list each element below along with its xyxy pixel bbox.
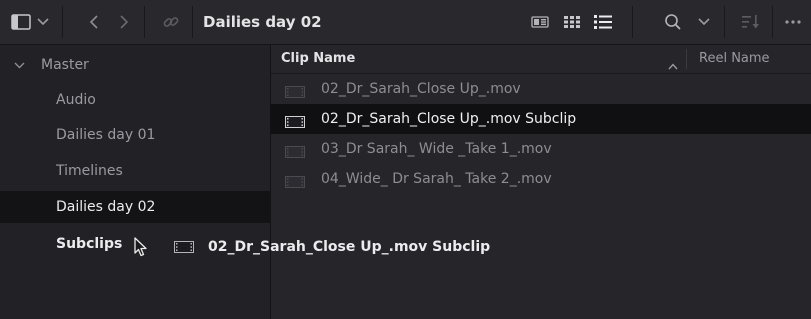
clip-name: 04_Wide_ Dr Sarah_ Take 2_.mov [321, 171, 552, 187]
bin-sidebar: Master Audio Dailies day 01 Timelines Da… [0, 45, 270, 319]
chevron-down-icon[interactable] [14, 62, 25, 69]
list-header: Clip Name Reel Name [271, 45, 811, 74]
search-icon[interactable] [661, 0, 685, 44]
chevron-down-icon[interactable] [695, 0, 713, 44]
column-header-reel-name[interactable]: Reel Name [699, 45, 770, 73]
column-divider[interactable] [686, 49, 687, 69]
sort-ascending-icon[interactable] [668, 55, 678, 74]
bin-item-audio[interactable]: Audio [0, 84, 270, 116]
list-view-icon[interactable] [590, 0, 616, 44]
more-icon[interactable] [780, 0, 806, 44]
bin-item-dailies-day-02[interactable]: Dailies day 02 [0, 191, 270, 223]
clip-row-selected[interactable]: 02_Dr_Sarah_Close Up_.mov Subclip [271, 104, 811, 134]
toolbar-divider [724, 6, 725, 38]
bin-item-timelines[interactable]: Timelines [0, 155, 270, 187]
clip-thumbnail-icon [285, 143, 305, 162]
toolbar: Dailies day 02 [0, 0, 811, 45]
drag-ghost-label: 02_Dr_Sarah_Close Up_.mov Subclip [208, 239, 491, 255]
bin-item-dailies-day-01[interactable]: Dailies day 01 [0, 119, 270, 151]
chevron-down-icon[interactable] [34, 0, 52, 44]
toolbar-divider [772, 6, 773, 38]
tree-master[interactable]: Master [0, 53, 270, 77]
toolbar-divider [62, 6, 63, 38]
sidebar-toggle-icon[interactable] [8, 0, 34, 44]
clip-name: 03_Dr Sarah_ Wide _Take 1_.mov [321, 141, 552, 157]
clip-name: 02_Dr_Sarah_Close Up_.mov [321, 81, 521, 97]
clip-list: Clip Name Reel Name 02_Dr_Sarah_Close Up… [271, 45, 811, 319]
bin-title: Dailies day 02 [203, 13, 322, 31]
clip-row[interactable]: 02_Dr_Sarah_Close Up_.mov [271, 74, 811, 104]
clip-thumbnail-icon [285, 113, 305, 132]
toolbar-divider [144, 6, 145, 38]
column-header-clip-name[interactable]: Clip Name [281, 45, 355, 73]
forward-arrow-icon[interactable] [114, 0, 134, 44]
tree-master-label: Master [41, 57, 89, 73]
drag-ghost: 02_Dr_Sarah_Close Up_.mov Subclip [130, 232, 490, 262]
clip-row[interactable]: 03_Dr Sarah_ Wide _Take 1_.mov [271, 134, 811, 164]
clip-thumbnail-icon [285, 83, 305, 102]
clip-thumbnail-icon [174, 241, 194, 253]
clip-row[interactable]: 04_Wide_ Dr Sarah_ Take 2_.mov [271, 164, 811, 194]
back-arrow-icon[interactable] [84, 0, 104, 44]
metadata-view-icon[interactable] [528, 0, 552, 44]
toolbar-divider [632, 6, 633, 38]
clip-thumbnail-icon [285, 173, 305, 192]
sort-icon[interactable] [738, 0, 764, 44]
grid-view-icon[interactable] [560, 0, 584, 44]
clip-name: 02_Dr_Sarah_Close Up_.mov Subclip [321, 111, 577, 127]
toolbar-divider [192, 6, 193, 38]
link-icon[interactable] [158, 0, 184, 44]
